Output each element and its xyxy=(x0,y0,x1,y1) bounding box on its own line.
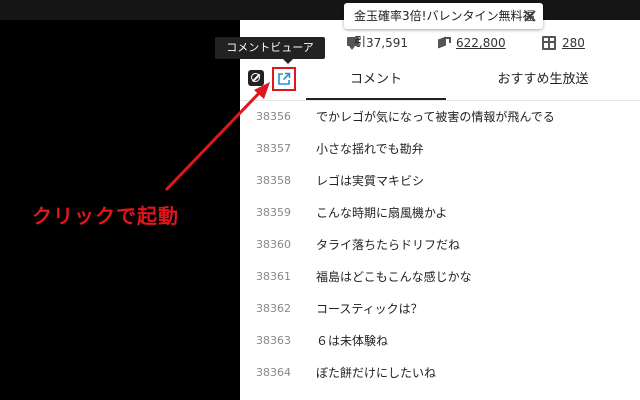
annotation-label: クリックで起動 xyxy=(32,204,179,228)
arrow-shaft xyxy=(164,88,264,192)
